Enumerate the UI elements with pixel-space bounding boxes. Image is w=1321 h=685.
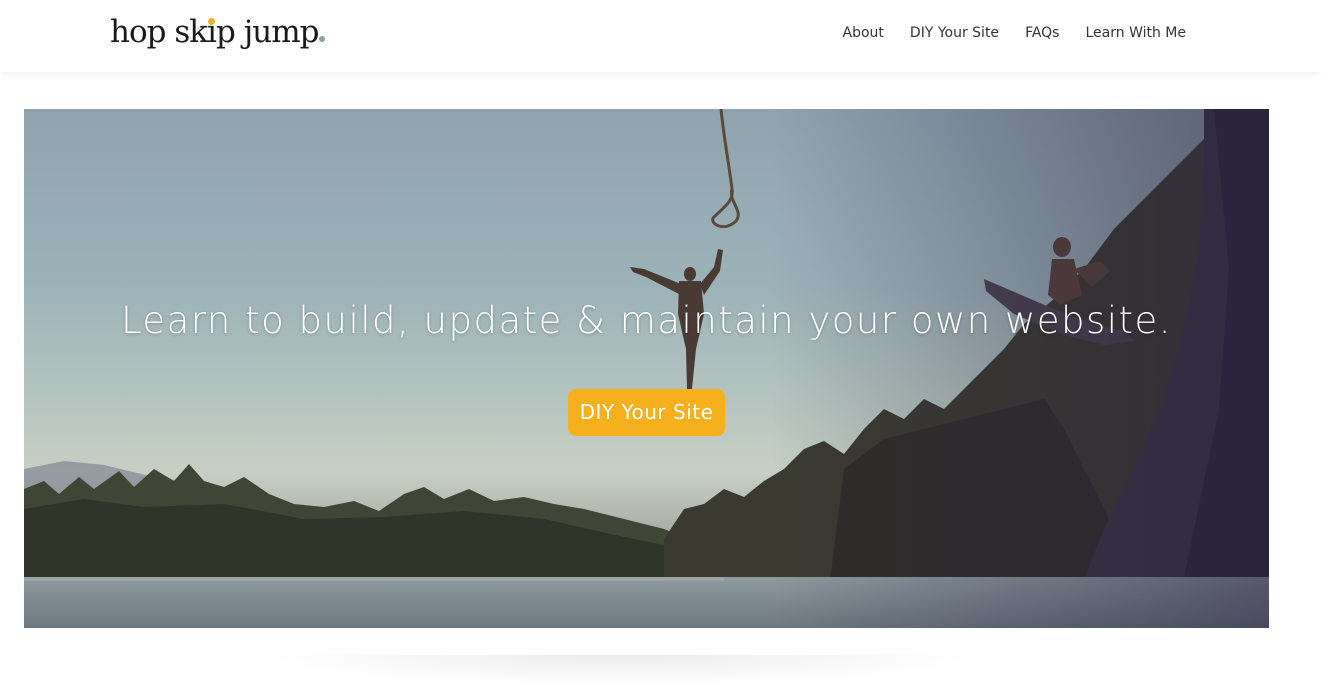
diy-your-site-button[interactable]: DIY Your Site	[568, 389, 725, 436]
main-nav: About DIY Your Site FAQs Learn With Me	[843, 22, 1186, 44]
hero-headline: Learn to build, update & maintain your o…	[120, 299, 1173, 342]
nav-diy-your-site[interactable]: DIY Your Site	[910, 22, 999, 44]
nav-about[interactable]: About	[843, 22, 884, 44]
site-header: hop skı p jump About DIY Your Site FAQs L…	[0, 0, 1321, 72]
site-logo[interactable]: hop skı p jump	[110, 12, 326, 52]
hero-photo	[24, 109, 1269, 628]
logo-end-dot-icon	[319, 36, 326, 42]
nav-faqs[interactable]: FAQs	[1025, 22, 1059, 44]
hero-banner: Learn to build, update & maintain your o…	[24, 109, 1269, 628]
logo-dot-icon	[208, 18, 216, 25]
logo-i: ı	[207, 14, 217, 50]
section-divider-shadow	[260, 655, 980, 685]
nav-learn-with-me[interactable]: Learn With Me	[1085, 22, 1186, 44]
